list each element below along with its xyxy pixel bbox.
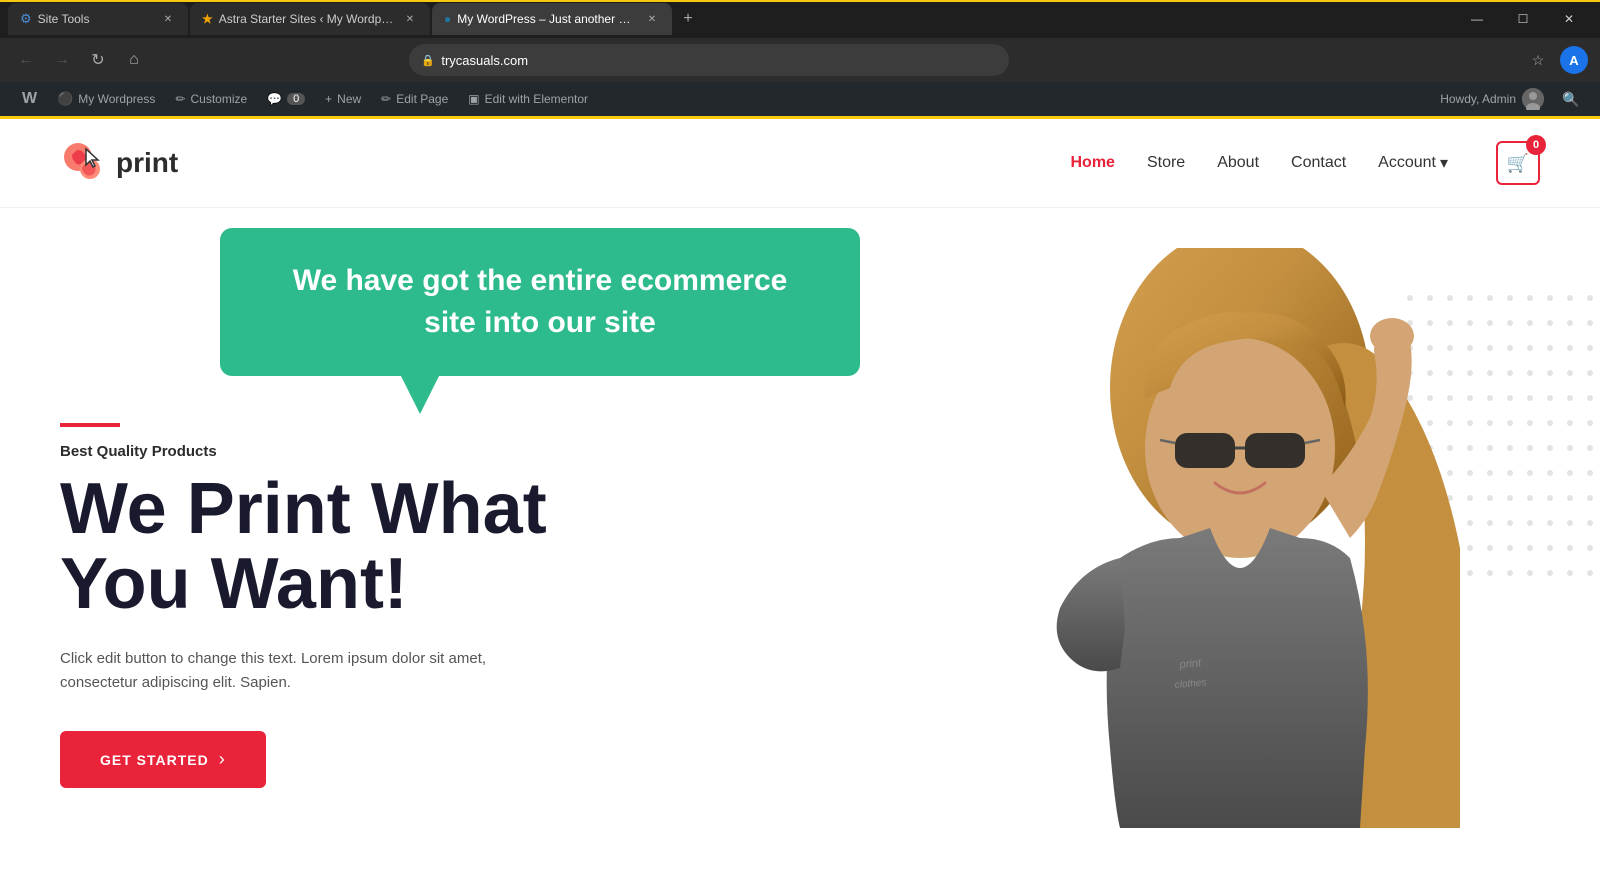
edit-page-label: Edit Page	[396, 92, 448, 106]
back-button[interactable]: ←	[12, 46, 40, 74]
svg-text:print: print	[1178, 657, 1202, 671]
lock-icon: 🔒	[421, 54, 435, 67]
window-controls: — ☐ ✕	[1454, 0, 1592, 38]
wordpress-icon: ⚫	[57, 91, 73, 107]
speech-bubble-text: We have got the entire ecommerce site in…	[268, 260, 812, 344]
edit-elementor-item[interactable]: ▣ Edit with Elementor	[458, 82, 598, 116]
comments-item[interactable]: 💬 0	[257, 82, 315, 116]
tab-title-astra: Astra Starter Sites ‹ My Wordpre...	[219, 12, 396, 26]
howdy-item[interactable]: Howdy, Admin	[1430, 82, 1554, 116]
tab-site-tools[interactable]: ⚙ Site Tools ✕	[8, 3, 188, 35]
hero-image-container: print clothes	[960, 248, 1520, 828]
account-label: Account	[1378, 154, 1436, 172]
logo-text: print	[116, 147, 178, 179]
wp-admin-right: Howdy, Admin 🔍	[1430, 82, 1588, 116]
cta-arrow-icon: ›	[219, 749, 226, 770]
howdy-text: Howdy, Admin	[1440, 92, 1516, 106]
edit-page-item[interactable]: ✏ Edit Page	[371, 82, 458, 116]
edit-page-icon: ✏	[381, 92, 391, 106]
tab-favicon-site-tools: ⚙	[20, 11, 32, 27]
comments-icon: 💬	[267, 92, 282, 106]
tab-close-astra[interactable]: ✕	[402, 11, 418, 27]
elementor-icon: ▣	[468, 92, 479, 106]
tab-close-site-tools[interactable]: ✕	[160, 11, 176, 27]
hero-divider	[60, 423, 120, 427]
profile-button[interactable]: A	[1560, 46, 1588, 74]
tab-favicon-astra: ★	[202, 12, 213, 26]
new-tab-button[interactable]: +	[674, 5, 702, 33]
wp-logo-item[interactable]: W	[12, 82, 47, 116]
wp-search-icon[interactable]: 🔍	[1554, 82, 1588, 116]
account-dropdown-icon: ▾	[1440, 153, 1448, 173]
forward-button[interactable]: →	[48, 46, 76, 74]
nav-account[interactable]: Account ▾	[1378, 153, 1448, 173]
hero-title-line2: You Want!	[60, 544, 408, 624]
minimize-button[interactable]: —	[1454, 0, 1500, 38]
hero-section: We have got the entire ecommerce site in…	[0, 208, 1600, 828]
tab-favicon-wordpress: ●	[444, 12, 451, 26]
tab-title-site-tools: Site Tools	[38, 12, 154, 26]
tab-close-wordpress[interactable]: ✕	[644, 11, 660, 27]
site-wrapper: print Home Store About Contact Account ▾…	[0, 119, 1600, 828]
cta-label: GET STARTED	[100, 752, 209, 768]
refresh-button[interactable]: ↻	[84, 46, 112, 74]
tab-bar: ⚙ Site Tools ✕ ★ Astra Starter Sites ‹ M…	[0, 0, 1600, 38]
hero-description: Click edit button to change this text. L…	[60, 647, 520, 695]
nav-about[interactable]: About	[1217, 154, 1259, 172]
nav-store[interactable]: Store	[1147, 154, 1185, 172]
comments-count: 0	[287, 93, 305, 105]
my-wordpress-label: My Wordpress	[78, 92, 155, 106]
tab-title-wordpress: My WordPress – Just another W...	[457, 12, 638, 26]
home-button[interactable]: ⌂	[120, 46, 148, 74]
customize-item[interactable]: ✏ Customize	[165, 82, 257, 116]
admin-avatar	[1522, 88, 1544, 110]
cart-button[interactable]: 🛒 0	[1496, 141, 1540, 185]
nav-contact[interactable]: Contact	[1291, 154, 1346, 172]
get-started-button[interactable]: GET STARTED ›	[60, 731, 266, 788]
tab-wordpress[interactable]: ● My WordPress – Just another W... ✕	[432, 3, 672, 35]
browser-chrome: ⚙ Site Tools ✕ ★ Astra Starter Sites ‹ M…	[0, 0, 1600, 82]
bookmark-icon[interactable]: ☆	[1524, 46, 1552, 74]
logo-icon	[60, 139, 108, 187]
customize-icon: ✏	[175, 92, 185, 106]
hero-title-line1: We Print What	[60, 469, 547, 549]
my-wordpress-item[interactable]: ⚫ My Wordpress	[47, 82, 165, 116]
tab-astra[interactable]: ★ Astra Starter Sites ‹ My Wordpre... ✕	[190, 3, 430, 35]
hero-title: We Print What You Want!	[60, 472, 547, 623]
wordpress-logo-icon: W	[22, 90, 37, 108]
address-right-icons: ☆ A	[1524, 46, 1588, 74]
site-nav: Home Store About Contact Account ▾ 🛒 0	[1071, 141, 1541, 185]
site-header: print Home Store About Contact Account ▾…	[0, 119, 1600, 208]
close-button[interactable]: ✕	[1546, 0, 1592, 38]
hero-person-illustration: print clothes	[960, 248, 1520, 828]
address-bar: ← → ↻ ⌂ 🔒 trycasuals.com ☆ A	[0, 38, 1600, 82]
new-label: New	[337, 92, 361, 106]
site-logo[interactable]: print	[60, 139, 178, 187]
customize-label: Customize	[191, 92, 248, 106]
new-icon: +	[325, 92, 332, 106]
wp-admin-bar: W ⚫ My Wordpress ✏ Customize 💬 0 + New ✏…	[0, 82, 1600, 116]
url-bar[interactable]: 🔒 trycasuals.com	[409, 44, 1009, 76]
maximize-button[interactable]: ☐	[1500, 0, 1546, 38]
url-text: trycasuals.com	[441, 53, 528, 68]
cart-badge: 0	[1526, 135, 1546, 155]
nav-home[interactable]: Home	[1071, 154, 1115, 172]
speech-bubble: We have got the entire ecommerce site in…	[220, 228, 860, 376]
new-item[interactable]: + New	[315, 82, 371, 116]
hero-subtitle: Best Quality Products	[60, 443, 547, 460]
edit-elementor-label: Edit with Elementor	[485, 92, 588, 106]
